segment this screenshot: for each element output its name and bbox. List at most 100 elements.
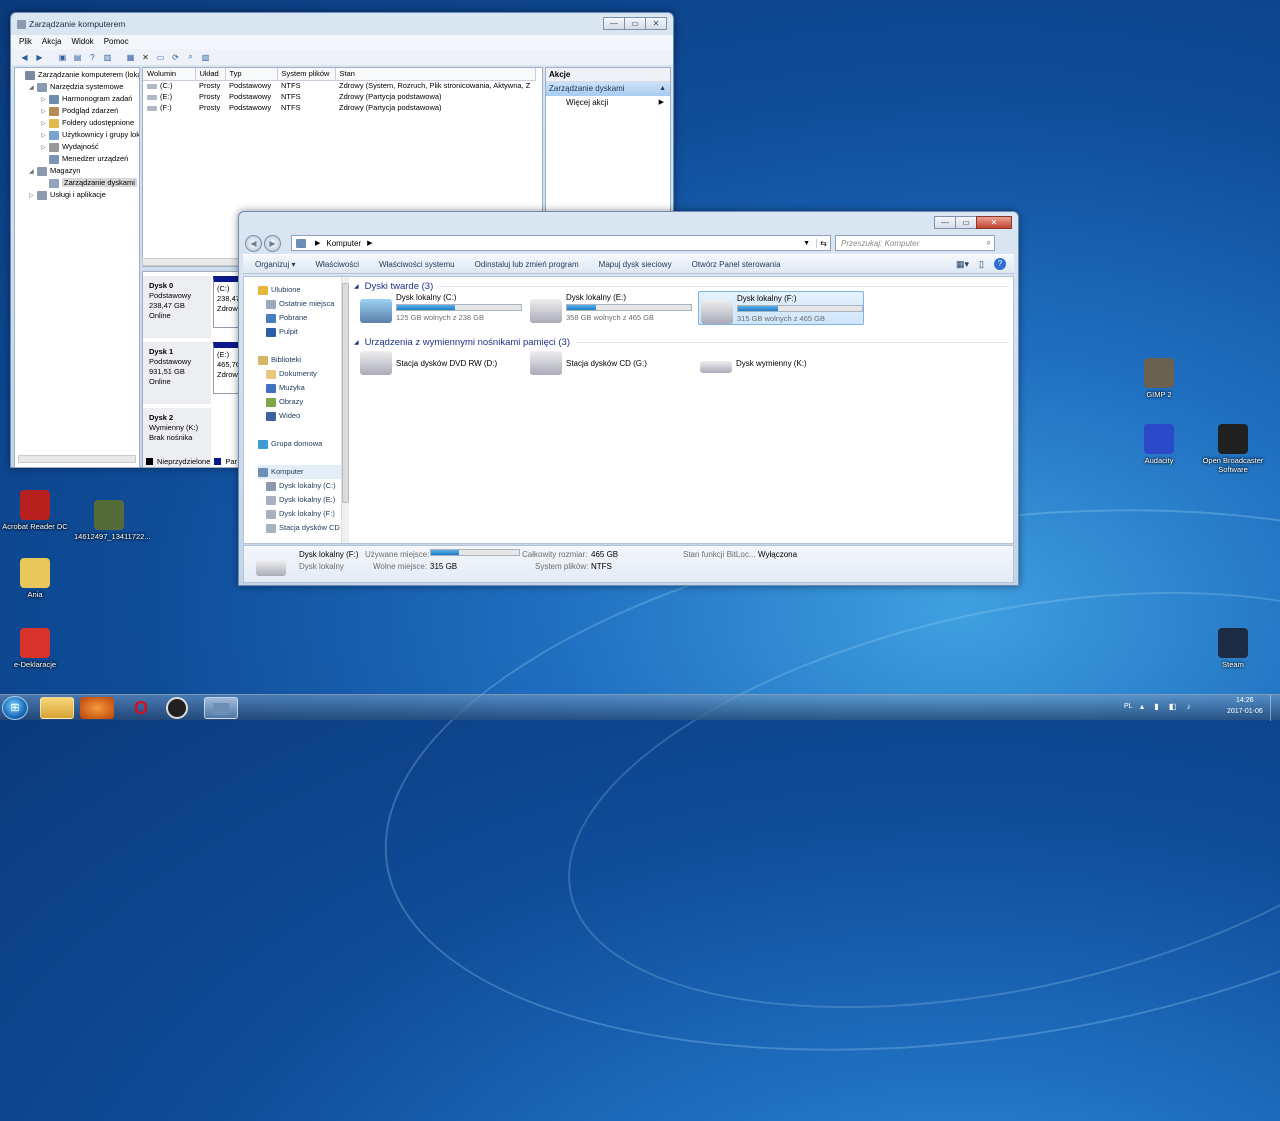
nav-item[interactable]: Dysk lokalny (F:) [258, 507, 344, 521]
desktop-shortcut[interactable]: Acrobat Reader DC [0, 490, 70, 531]
drive-tile[interactable]: Dysk lokalny (F:) 315 GB wolnych z 465 GB [698, 291, 864, 325]
tree-item[interactable]: Zarządzanie komputerem (loka [15, 69, 139, 81]
delete-icon[interactable]: ✕ [140, 52, 151, 62]
drive-tile[interactable]: Dysk lokalny (C:) 125 GB wolnych z 238 GB [358, 291, 524, 325]
nav-item[interactable]: Biblioteki [258, 353, 344, 367]
nav-item[interactable]: Ostatnie miejsca [258, 297, 344, 311]
forward-icon[interactable]: ▶ [264, 234, 281, 252]
actions-selected[interactable]: Zarządzanie dyskami ▲ [546, 82, 670, 96]
tree-item[interactable]: ▷ Foldery udostępnione [15, 117, 139, 129]
refresh-icon[interactable]: ⇆ [816, 238, 830, 248]
nav-item[interactable]: Dysk lokalny (C:) [258, 479, 344, 493]
minimize-button[interactable]: — [934, 216, 956, 229]
desktop-shortcut[interactable]: 14612497_13411722... [74, 500, 151, 541]
expander-icon[interactable]: ◢ [29, 82, 37, 94]
history-dropdown-icon[interactable]: ▼ [803, 240, 810, 247]
clock-date[interactable]: 2017-01-06 [1227, 708, 1263, 715]
nav-item[interactable]: Dokumenty [258, 367, 344, 381]
open-icon[interactable]: ▭ [155, 52, 166, 62]
table-row[interactable]: (C:) Prosty Podstawowy NTFS Zdrowy (System, … [143, 80, 535, 91]
maximize-button[interactable]: ▭ [955, 216, 977, 229]
desktop-shortcut[interactable]: e-Deklaracje [0, 628, 70, 669]
menu-1[interactable]: Akcja [42, 37, 62, 47]
clock-time[interactable]: 14:26 [1236, 697, 1254, 704]
refresh-icon[interactable]: ⟳ [170, 52, 181, 62]
show-tree-icon[interactable]: ▤ [72, 52, 83, 62]
column-header[interactable]: Wolumin [143, 68, 196, 81]
nav-item[interactable]: Ulubione [258, 283, 344, 297]
tree-item[interactable]: ◢ Magazyn [15, 165, 139, 177]
tree-item[interactable]: ▷ Harmonogram zadań [15, 93, 139, 105]
command-5[interactable]: Otwórz Panel sterowania [692, 260, 781, 269]
command-4[interactable]: Mapuj dysk sieciowy [599, 260, 672, 269]
back-icon[interactable]: ◀ [245, 234, 262, 252]
tray-icons[interactable]: ▴ ▮ ◧ ♪ [1140, 702, 1195, 711]
tree-item[interactable]: ▷ Usługi i aplikacje [15, 189, 139, 201]
view-icon[interactable]: ▥ [102, 52, 113, 62]
nav-item[interactable]: Obrazy [258, 395, 344, 409]
tree-item[interactable]: ◢ Narzędzia systemowe [15, 81, 139, 93]
removable-tile[interactable]: Stacja dysków CD (G:) [528, 349, 694, 383]
back-icon[interactable]: ◀ [19, 52, 30, 62]
nav-item[interactable]: Pulpit [258, 325, 344, 339]
nav-item[interactable]: Dysk lokalny (E:) [258, 493, 344, 507]
search-input[interactable]: Przeszukaj: Komputer ⌕ [835, 235, 995, 251]
desktop-shortcut[interactable]: Ania [0, 558, 70, 599]
command-1[interactable]: Właściwości [315, 260, 359, 269]
expander-icon[interactable]: ▷ [29, 190, 37, 202]
nav-item[interactable]: Grupa domowa [258, 437, 344, 451]
tree-item[interactable]: Zarządzanie dyskami [15, 177, 139, 189]
wizard-icon[interactable]: ▧ [200, 52, 211, 62]
tree-item[interactable]: ▷ Wydajność [15, 141, 139, 153]
removable-tile[interactable]: Stacja dysków DVD RW (D:) [358, 349, 524, 383]
table-row[interactable]: (F:) Prosty Podstawowy NTFS Zdrowy (Partycja… [143, 102, 535, 113]
command-0[interactable]: Organizuj ▾ [255, 260, 295, 269]
media-player-taskbar-button[interactable] [80, 697, 114, 719]
language-indicator[interactable]: PL [1124, 703, 1133, 710]
menu-2[interactable]: Widok [71, 37, 93, 47]
removable-tile[interactable]: Dysk wymienny (K:) [698, 349, 864, 383]
computer-management-taskbar-button[interactable] [204, 697, 238, 719]
more-actions[interactable]: Więcej akcji ▶ [546, 96, 670, 110]
disk-block[interactable]: Dysk 0 Podstawowy 238,47 GB Online (C:) 238,4… [143, 276, 241, 338]
search-icon[interactable]: ⌕ [185, 52, 196, 62]
close-button[interactable]: ✕ [976, 216, 1012, 229]
folder-up-icon[interactable]: ▣ [57, 52, 68, 62]
opera-taskbar-button[interactable]: O [124, 697, 158, 719]
nav-item[interactable]: Komputer [258, 465, 344, 479]
show-desktop-button[interactable] [1270, 695, 1280, 721]
explorer-titlebar[interactable] [239, 212, 1018, 232]
nav-item[interactable]: Pobrane [258, 311, 344, 325]
column-header[interactable]: Typ [225, 68, 278, 81]
minimize-button[interactable]: — [603, 17, 625, 30]
tree-item[interactable]: ▷ Użytkownicy i grupy lok [15, 129, 139, 141]
desktop-shortcut[interactable]: Audacity [1124, 424, 1194, 465]
preview-pane-icon[interactable]: ▯ [979, 259, 984, 270]
address-bar[interactable]: ▶ Komputer ▶ ▼ ⇆ [291, 235, 831, 251]
tree-hscrollbar[interactable] [18, 455, 136, 463]
column-header[interactable]: Stan [335, 68, 536, 81]
nav-item[interactable]: Wideo [258, 409, 344, 423]
tree-item[interactable]: ▷ Podgląd zdarzeń [15, 105, 139, 117]
command-2[interactable]: Właściwości systemu [379, 260, 455, 269]
table-row[interactable]: (E:) Prosty Podstawowy NTFS Zdrowy (Partycja… [143, 91, 535, 102]
nav-item[interactable]: Muzyka [258, 381, 344, 395]
column-header[interactable]: System plików [277, 68, 336, 81]
tree-item[interactable]: Menedżer urządzeń [15, 153, 139, 165]
forward-icon[interactable]: ▶ [34, 52, 45, 62]
menu-3[interactable]: Pomoc [104, 37, 129, 47]
drive-tile[interactable]: Dysk lokalny (E:) 358 GB wolnych z 465 GB [528, 291, 694, 325]
nav-item[interactable]: Stacja dysków CD [258, 521, 344, 535]
nav-scrollbar[interactable] [341, 277, 349, 543]
disk-block[interactable]: Dysk 1 Podstawowy 931,51 GB Online (E:) 465,7… [143, 342, 241, 404]
properties-icon[interactable]: ▦ [125, 52, 136, 62]
start-button[interactable]: ⊞ [2, 696, 28, 720]
desktop-shortcut[interactable]: GIMP 2 [1124, 358, 1194, 399]
maximize-button[interactable]: ▭ [624, 17, 646, 30]
desktop-shortcut[interactable]: Open Broadcaster Software [1198, 424, 1268, 474]
explorer-taskbar-button[interactable] [40, 697, 74, 719]
desktop-shortcut[interactable]: Steam [1198, 628, 1268, 669]
obs-taskbar-button[interactable] [166, 697, 188, 719]
command-3[interactable]: Odinstaluj lub zmień program [475, 260, 579, 269]
close-button[interactable]: ✕ [645, 17, 667, 30]
